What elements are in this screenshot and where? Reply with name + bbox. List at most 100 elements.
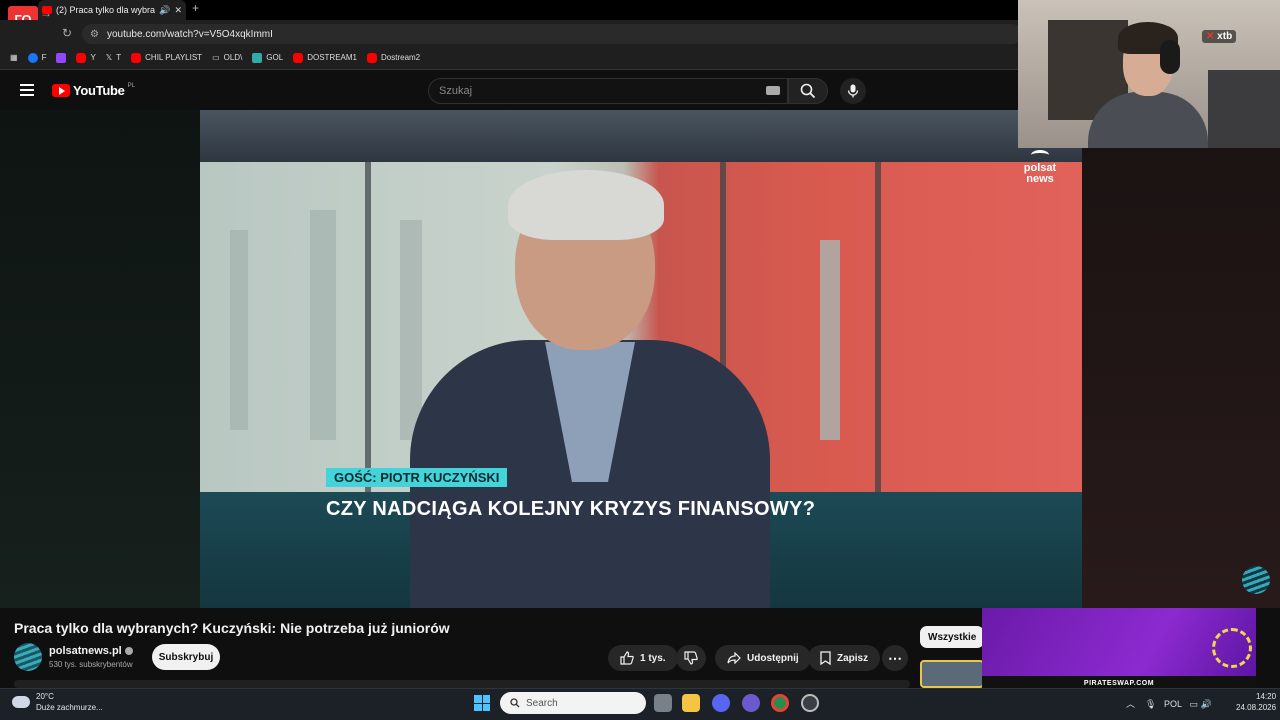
weather-widget[interactable]: 20°C Duże zachmurze... bbox=[12, 691, 103, 713]
youtube-logo[interactable]: YouTube PL bbox=[52, 83, 135, 98]
bookmark-icon bbox=[820, 651, 831, 665]
hamburger-menu-icon[interactable] bbox=[20, 84, 34, 96]
skyline-building bbox=[310, 210, 336, 440]
bookmark-x[interactable]: 𝕏T bbox=[106, 53, 121, 62]
streamer-webcam: ✕ xtb bbox=[1018, 0, 1280, 148]
url-text: youtube.com/watch?v=V5O4xqkImmI bbox=[106, 28, 273, 40]
share-button[interactable]: Udostępnij bbox=[715, 645, 811, 671]
headphones-icon bbox=[1160, 40, 1180, 74]
lower-third-guest: GOŚĆ: PIOTR KUCZYŃSKI bbox=[326, 468, 508, 487]
system-tray: ︿ 🎙 POL ▭ 🔊 bbox=[1126, 697, 1212, 710]
lower-third-headline: CZY NADCIĄGA KOLEJNY KRYZYS FINANSOWY? bbox=[326, 498, 816, 520]
webcam-sofa bbox=[1208, 70, 1280, 148]
voice-search-button[interactable] bbox=[840, 78, 866, 104]
share-icon bbox=[727, 652, 741, 664]
obs-icon[interactable] bbox=[801, 694, 819, 712]
new-tab-icon[interactable]: + bbox=[192, 1, 199, 15]
thumbs-down-icon bbox=[684, 651, 698, 665]
youtube-play-icon bbox=[52, 84, 70, 97]
search-icon bbox=[510, 698, 520, 708]
skyline-building bbox=[820, 240, 840, 440]
search-icon bbox=[800, 83, 816, 99]
close-tab-icon[interactable]: ✕ bbox=[174, 5, 182, 16]
reload-icon[interactable]: ↻ bbox=[62, 26, 72, 40]
related-video-thumbnail[interactable] bbox=[920, 660, 984, 688]
channel-name[interactable]: polsatnews.pl bbox=[49, 645, 133, 657]
filter-chip-all[interactable]: Wszystkie bbox=[920, 626, 985, 648]
temperature: 20°C bbox=[36, 692, 54, 701]
sponsor-badge: ✕ xtb bbox=[1202, 30, 1237, 43]
ambient-left bbox=[0, 110, 200, 608]
youtube-icon bbox=[131, 52, 142, 63]
apps-grid-icon[interactable]: ▦ bbox=[10, 53, 18, 62]
polsat-mark-icon bbox=[1031, 150, 1049, 160]
thumbs-up-icon bbox=[620, 651, 634, 665]
screen: (2) Praca tylko dla wybranych? Kuczyński… bbox=[0, 0, 1280, 720]
task-view-icon[interactable] bbox=[654, 694, 672, 712]
bookmark-facebook[interactable]: F bbox=[27, 52, 46, 63]
dislike-button[interactable] bbox=[676, 645, 706, 671]
youtube-icon bbox=[367, 52, 377, 63]
bookmark-dostream1[interactable]: DOSTREAM1 bbox=[293, 52, 357, 63]
input-language[interactable]: POL bbox=[1164, 699, 1182, 709]
video-player[interactable]: polsat news GOŚĆ: PIOTR KUCZYŃSKI CZY NA… bbox=[200, 110, 1082, 608]
tab-title: (2) Praca tylko dla wybranych? Kuczyński… bbox=[56, 5, 156, 15]
polsat-corner-logo bbox=[1242, 566, 1270, 594]
folder-icon: ▭ bbox=[212, 53, 220, 62]
subscriber-count: 530 tys. subskrybentów bbox=[49, 660, 133, 669]
windows-start-icon[interactable] bbox=[474, 695, 490, 711]
verified-icon bbox=[124, 647, 133, 656]
ambient-right bbox=[1082, 110, 1280, 608]
description-box[interactable] bbox=[14, 680, 910, 688]
forward-icon[interactable]: → bbox=[40, 6, 52, 20]
more-actions-icon[interactable]: ⋯ bbox=[882, 645, 908, 671]
x-icon: 𝕏 bbox=[105, 53, 113, 62]
volume-icon[interactable]: 🔊 bbox=[1201, 699, 1212, 709]
bookmark-folder-old[interactable]: ▭ OLD\ bbox=[212, 53, 242, 62]
taskbar-search[interactable]: Search bbox=[500, 692, 646, 714]
guest-figure bbox=[410, 170, 770, 608]
video-title: Praca tylko dla wybranych? Kuczyński: Ni… bbox=[14, 620, 450, 636]
cloud-icon bbox=[12, 696, 30, 708]
channel-avatar[interactable] bbox=[14, 643, 42, 671]
twitch-icon bbox=[56, 52, 67, 63]
facebook-icon bbox=[27, 52, 38, 63]
chrome-icon[interactable] bbox=[771, 694, 789, 712]
browser-tab[interactable]: (2) Praca tylko dla wybranych? Kuczyński… bbox=[38, 0, 186, 20]
polsat-news-logo: polsat news bbox=[1018, 150, 1062, 185]
url-bar[interactable]: ⚙ youtube.com/watch?v=V5O4xqkImmI bbox=[82, 24, 1022, 44]
system-clock[interactable]: 14:20 24.08.2026 bbox=[1236, 691, 1276, 713]
weather-description: Duże zachmurze... bbox=[36, 703, 103, 712]
microphone-icon bbox=[847, 84, 859, 98]
gol-icon bbox=[252, 52, 263, 63]
search-input[interactable]: Szukaj bbox=[428, 78, 788, 104]
bookmark-twitch[interactable] bbox=[56, 52, 67, 63]
chevron-up-icon[interactable]: ︿ bbox=[1126, 699, 1135, 709]
discord-icon[interactable] bbox=[712, 694, 730, 712]
site-info-icon[interactable]: ⚙ bbox=[90, 29, 99, 40]
window-frame bbox=[875, 162, 881, 492]
studio-ceiling bbox=[200, 110, 1082, 162]
bookmark-dostream2[interactable]: Dostream2 bbox=[367, 52, 420, 63]
bookmark-chil-playlist[interactable]: CHIL PLAYLIST bbox=[131, 52, 202, 63]
subscribe-button[interactable]: Subskrybuj bbox=[152, 644, 220, 670]
microphone-tray-icon[interactable]: 🎙 bbox=[1145, 699, 1156, 709]
xtb-logo-icon: ✕ bbox=[1206, 31, 1218, 42]
save-button[interactable]: Zapisz bbox=[808, 645, 881, 671]
decorative-swirl-icon bbox=[1212, 628, 1252, 668]
speaker-icon[interactable]: 🔊 bbox=[159, 5, 170, 16]
youtube-icon bbox=[293, 52, 304, 63]
app-sparkle-icon[interactable] bbox=[742, 694, 760, 712]
like-button[interactable]: 1 tys. bbox=[608, 645, 678, 671]
skyline-building bbox=[230, 230, 248, 430]
file-explorer-icon[interactable] bbox=[682, 694, 700, 712]
sponsor-banner: PIRATESWAP.COM bbox=[982, 608, 1256, 690]
search-button[interactable] bbox=[788, 78, 828, 104]
guest-hair bbox=[508, 170, 664, 240]
window-frame bbox=[365, 162, 371, 492]
youtube-icon bbox=[76, 52, 87, 63]
bookmark-youtube-y[interactable]: Y bbox=[76, 52, 96, 63]
bookmark-gol[interactable]: GOL bbox=[252, 52, 283, 63]
network-icon[interactable]: ▭ bbox=[1190, 699, 1199, 709]
keyboard-icon[interactable] bbox=[766, 86, 780, 95]
